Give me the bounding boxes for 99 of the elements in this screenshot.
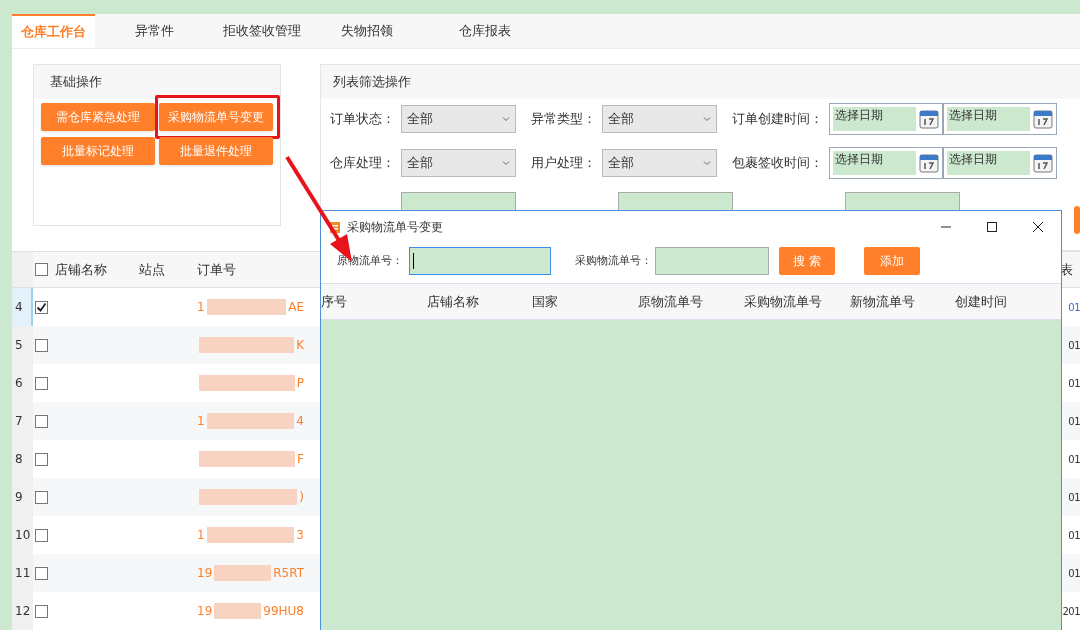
placeholder-text: 选择日期 xyxy=(835,151,883,166)
placeholder-text: 选择日期 xyxy=(835,107,883,122)
checkbox[interactable] xyxy=(35,376,48,390)
field-label: 仓库处理： xyxy=(330,154,396,173)
order-number-end: P xyxy=(296,375,304,392)
row-number: 6 xyxy=(12,364,33,402)
checkbox[interactable] xyxy=(35,414,48,428)
input-field[interactable] xyxy=(401,191,516,212)
row-number: 7 xyxy=(12,402,33,440)
tab[interactable]: 拒收签收管理 xyxy=(213,14,311,48)
placeholder-text: 选择日期 xyxy=(949,151,997,166)
calendar-icon[interactable] xyxy=(1033,108,1053,129)
table-cell-text: 01 xyxy=(1068,452,1080,467)
column-header: 站点 xyxy=(139,261,165,277)
row-number: 11 xyxy=(12,554,33,592)
input-field[interactable] xyxy=(655,247,769,275)
panel-title: 列表筛选操作 xyxy=(333,73,411,92)
checkbox[interactable] xyxy=(35,338,48,352)
calendar-icon[interactable] xyxy=(1033,152,1053,173)
field-label: 订单状态： xyxy=(330,110,396,129)
panel-title: 基础操作 xyxy=(50,73,102,92)
order-number-end: K xyxy=(296,337,304,354)
order-number-end: 99HU8 xyxy=(263,603,304,620)
column-header: 新物流单号 xyxy=(849,293,915,309)
field-label: 采购物流单号： xyxy=(575,252,652,269)
column-header: 表 xyxy=(1060,261,1073,277)
row-number: 10 xyxy=(12,516,33,554)
table-cell-text: 01 xyxy=(1068,490,1080,505)
order-number-start: 1 xyxy=(197,299,205,316)
checkbox[interactable] xyxy=(35,490,48,504)
input-field[interactable] xyxy=(409,247,551,275)
field-label: 异常类型： xyxy=(531,110,597,129)
dropdown-value: 全部 xyxy=(608,154,634,173)
order-number-end: R5RT xyxy=(273,565,304,582)
tab[interactable]: 仓库报表 xyxy=(423,14,547,48)
dropdown-value: 全部 xyxy=(608,110,634,129)
table-cell-text: 01 xyxy=(1068,300,1080,315)
table-cell-text: 01 xyxy=(1068,566,1080,581)
column-header: 国家 xyxy=(532,293,559,309)
input-field[interactable] xyxy=(845,191,960,212)
checkbox[interactable] xyxy=(35,528,48,542)
placeholder-text: 选择日期 xyxy=(949,107,997,122)
row-number: 4 xyxy=(12,288,33,326)
row-number: 12 xyxy=(12,592,33,630)
checkbox[interactable] xyxy=(35,300,48,314)
dropdown[interactable]: 全部 xyxy=(602,104,717,133)
column-header: 序号 xyxy=(321,293,347,309)
tab[interactable]: 失物招领 xyxy=(311,14,423,48)
date-field[interactable]: 选择日期 xyxy=(829,146,943,179)
tab[interactable]: 异常件 xyxy=(95,14,213,48)
date-field[interactable]: 选择日期 xyxy=(829,102,943,135)
table-cell-text: 01 xyxy=(1068,338,1080,353)
dropdown[interactable]: 全部 xyxy=(602,148,717,177)
checkbox[interactable] xyxy=(35,263,48,276)
chevron-icon xyxy=(502,114,510,123)
table-cell-text: 201 xyxy=(1062,604,1080,619)
column-header: 订单号 xyxy=(197,261,236,277)
order-number-end: 3 xyxy=(296,527,304,544)
row-number: 9 xyxy=(12,478,33,516)
chevron-icon xyxy=(502,158,510,167)
chevron-icon xyxy=(703,158,711,167)
field-label: 订单创建时间： xyxy=(732,110,824,129)
order-number-end: ) xyxy=(299,489,304,506)
input-field[interactable] xyxy=(618,191,733,212)
order-number-end: 4 xyxy=(296,413,304,430)
checkbox[interactable] xyxy=(35,604,48,618)
dropdown[interactable]: 全部 xyxy=(401,104,516,133)
order-number-start: 1 xyxy=(197,413,205,430)
field-label: 包裹签收时间： xyxy=(732,154,824,173)
order-number-start: 19 xyxy=(197,565,213,582)
column-header: 原物流单号 xyxy=(638,293,704,309)
column-header: 店铺名称 xyxy=(426,293,479,309)
order-number-end: F xyxy=(297,451,304,468)
table-cell-text: 01 xyxy=(1068,528,1080,543)
column-header: 创建时间 xyxy=(955,293,1008,309)
field-label: 用户处理： xyxy=(531,154,597,173)
dropdown-value: 全部 xyxy=(407,110,433,129)
window-title: 采购物流单号变更 xyxy=(347,219,444,236)
document-icon xyxy=(329,220,341,234)
date-field[interactable]: 选择日期 xyxy=(943,146,1057,179)
column-header: 采购物流单号 xyxy=(743,293,822,309)
row-number: 5 xyxy=(12,326,33,364)
redaction-block xyxy=(214,603,262,619)
calendar-icon[interactable] xyxy=(919,152,939,173)
checkbox[interactable] xyxy=(35,566,48,580)
dropdown[interactable]: 全部 xyxy=(401,148,516,177)
order-number-start: 19 xyxy=(197,603,213,620)
table-cell-text: 01 xyxy=(1068,376,1080,391)
table-cell-text: 01 xyxy=(1068,414,1080,429)
chevron-icon xyxy=(703,114,711,123)
date-field[interactable]: 选择日期 xyxy=(943,102,1057,135)
order-number-start: 1 xyxy=(197,527,205,544)
order-number-end: AE xyxy=(288,299,304,316)
redaction-block xyxy=(214,565,272,581)
dropdown-value: 全部 xyxy=(407,154,433,173)
calendar-icon[interactable] xyxy=(919,108,939,129)
checkbox[interactable] xyxy=(35,452,48,466)
column-header: 店铺名称 xyxy=(55,261,107,277)
row-number: 8 xyxy=(12,440,33,478)
